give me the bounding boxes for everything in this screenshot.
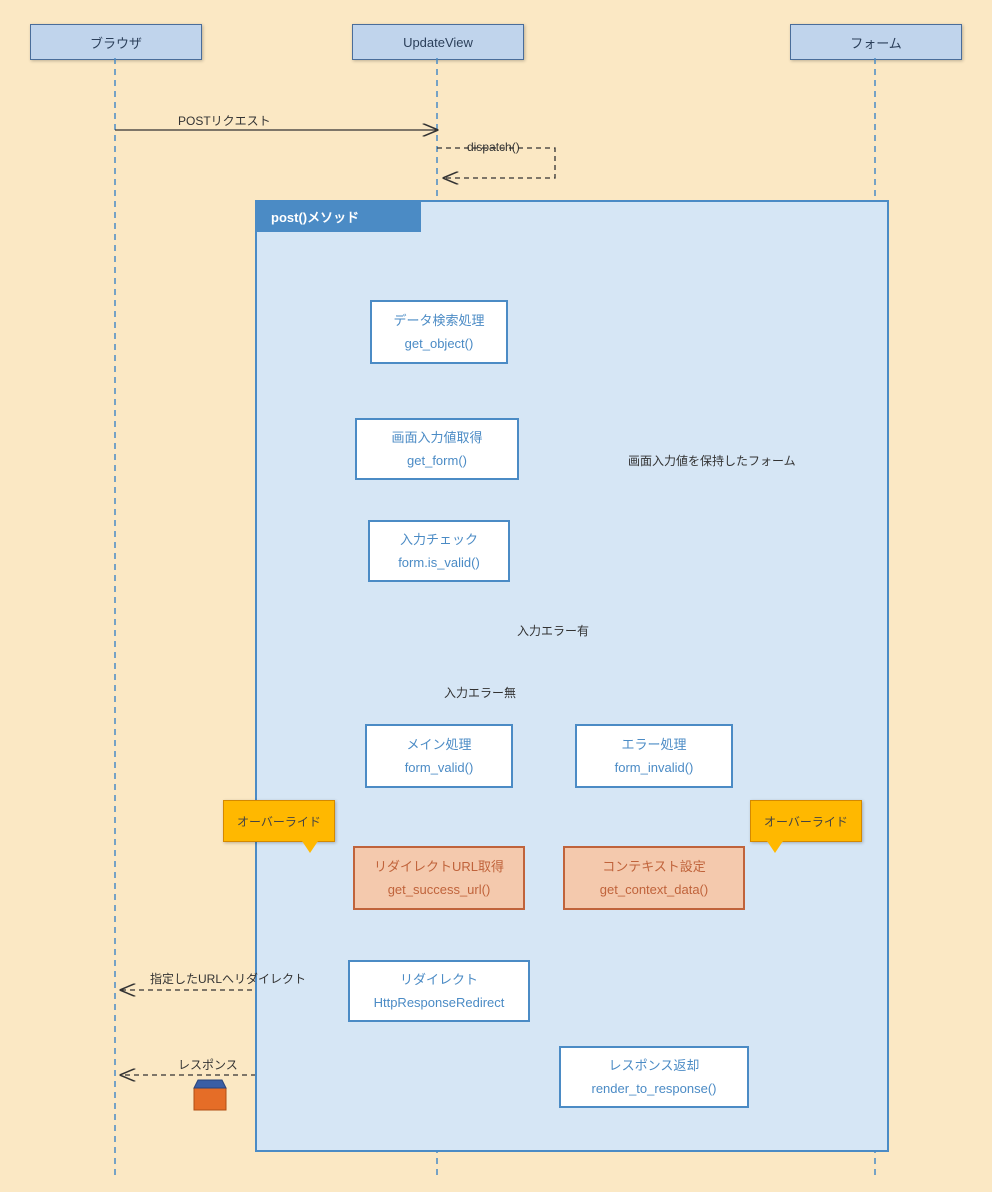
box-method: get_context_data() xyxy=(600,878,708,901)
box-title: メイン処理 xyxy=(406,733,471,756)
box-method: form_invalid() xyxy=(615,756,694,779)
container-title: post()メソッド xyxy=(271,207,359,226)
box-title: 画面入力値取得 xyxy=(391,426,482,449)
box-method: form_valid() xyxy=(405,756,474,779)
msg-post-request: POSTリクエスト xyxy=(178,112,271,129)
container-tab: post()メソッド xyxy=(255,200,421,232)
box-method: get_form() xyxy=(407,449,467,472)
box-get-form: 画面入力値取得get_form() xyxy=(355,418,519,480)
box-context-data: コンテキスト設定get_context_data() xyxy=(563,846,745,910)
box-method: form.is_valid() xyxy=(398,551,480,574)
msg-screen-form: 画面入力値を保持したフォーム xyxy=(628,452,796,469)
msg-response: レスポンス xyxy=(178,1056,238,1073)
box-title: レスポンス返却 xyxy=(609,1054,700,1077)
box-form-valid: メイン処理form_valid() xyxy=(365,724,513,788)
override-label: オーバーライド xyxy=(764,813,848,830)
box-title: リダイレクト xyxy=(400,968,478,991)
box-method: get_success_url() xyxy=(388,878,491,901)
box-get-object: データ検索処理get_object() xyxy=(370,300,508,364)
box-title: リダイレクトURL取得 xyxy=(374,855,504,878)
msg-dispatch: dispatch() xyxy=(467,140,520,154)
box-form-invalid: エラー処理form_invalid() xyxy=(575,724,733,788)
box-title: コンテキスト設定 xyxy=(602,855,706,878)
override-callout: オーバーライド xyxy=(750,800,862,842)
box-is-valid: 入力チェックform.is_valid() xyxy=(368,520,510,582)
sequence-diagram: ブラウザ UpdateView フォーム post()メソッド データ検索処理g… xyxy=(0,0,992,1192)
msg-error-no: 入力エラー無 xyxy=(444,684,516,701)
box-method: HttpResponseRedirect xyxy=(374,991,505,1014)
box-title: エラー処理 xyxy=(621,733,686,756)
override-callout: オーバーライド xyxy=(223,800,335,842)
box-title: 入力チェック xyxy=(400,528,478,551)
box-method: get_object() xyxy=(405,332,474,355)
box-title: データ検索処理 xyxy=(393,309,484,332)
box-method: render_to_response() xyxy=(591,1077,716,1100)
msg-error-yes: 入力エラー有 xyxy=(517,622,589,639)
box-redirect: リダイレクトHttpResponseRedirect xyxy=(348,960,530,1022)
override-label: オーバーライド xyxy=(237,813,321,830)
msg-redirect: 指定したURLへリダイレクト xyxy=(150,970,306,987)
box-render: レスポンス返却render_to_response() xyxy=(559,1046,749,1108)
box-success-url: リダイレクトURL取得get_success_url() xyxy=(353,846,525,910)
